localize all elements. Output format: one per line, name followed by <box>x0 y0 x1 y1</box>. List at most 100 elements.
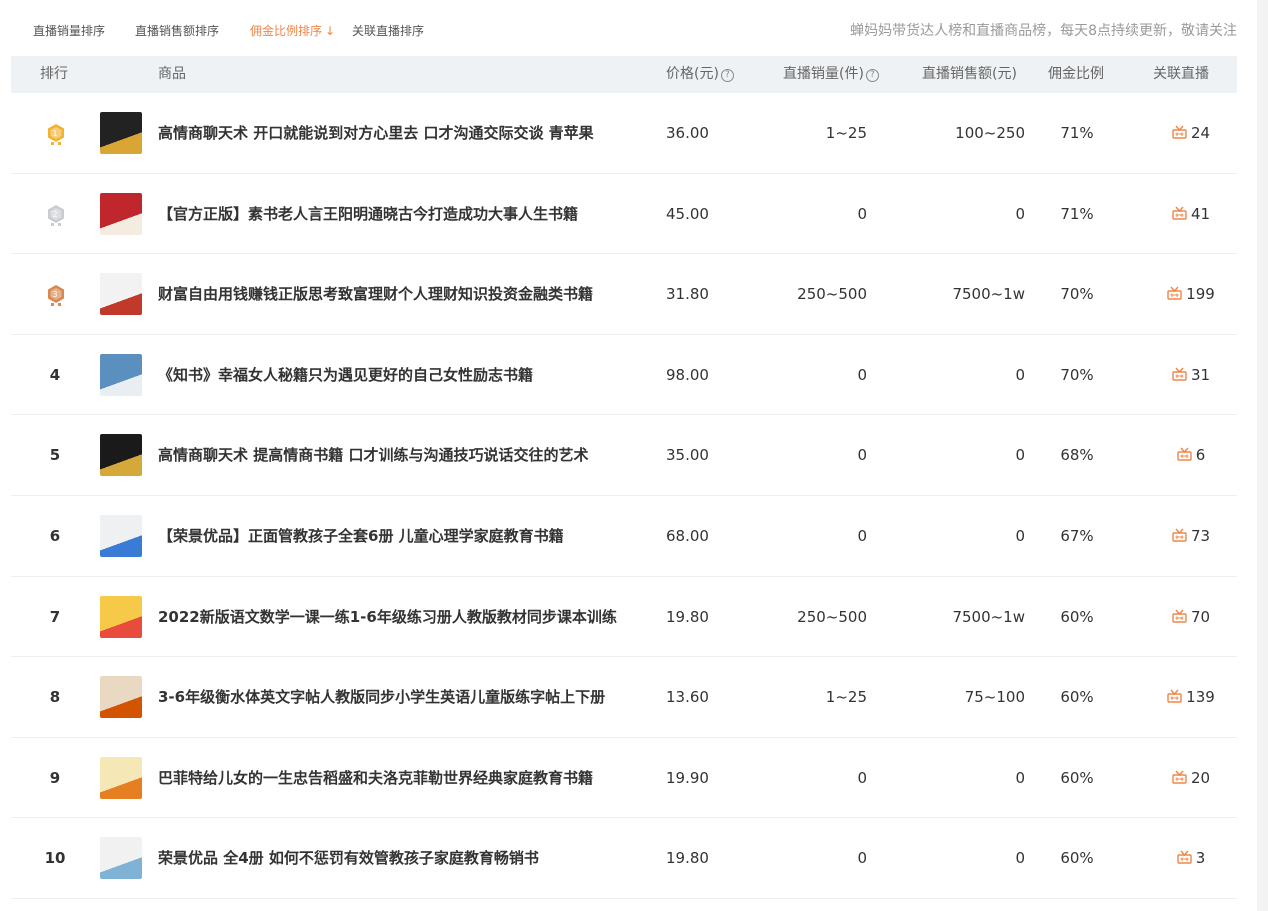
rank-number: 10 <box>44 849 66 868</box>
related-live-link[interactable]: 24 <box>1151 93 1231 173</box>
live-stream-icon <box>1167 689 1182 703</box>
related-live-link[interactable]: 20 <box>1151 738 1231 818</box>
live-stream-icon <box>1172 206 1187 220</box>
col-product: 商品 <box>158 66 186 82</box>
product-thumbnail[interactable] <box>100 353 142 396</box>
price-value: 19.90 <box>666 768 709 787</box>
live-stream-icon <box>1177 850 1192 865</box>
col-price[interactable]: 价格(元)? <box>666 56 734 93</box>
table-row[interactable]: 6 【荣景优品】正面管教孩子全套6册 儿童心理学家庭教育书籍 68.00 0 0… <box>11 496 1237 577</box>
price-value: 19.80 <box>666 849 709 868</box>
commission-value: 60% <box>1060 607 1094 626</box>
related-live-link[interactable]: 31 <box>1151 335 1231 415</box>
price-value: 13.60 <box>666 688 709 707</box>
live-sales-value: 0 <box>857 526 867 545</box>
col-rank: 排行 <box>40 66 68 82</box>
live-revenue-value: 0 <box>1015 849 1025 868</box>
commission-value: 70% <box>1060 285 1094 304</box>
live-stream-icon <box>1172 528 1187 542</box>
related-live-count: 20 <box>1190 768 1211 787</box>
product-title-link[interactable]: 2022新版语文数学一课一练1-6年级练习册人教版教材同步课本训练 <box>158 577 617 657</box>
table-row[interactable]: 7 2022新版语文数学一课一练1-6年级练习册人教版教材同步课本训练 19.8… <box>11 577 1237 658</box>
related-live-link[interactable]: 6 <box>1151 415 1231 495</box>
related-live-count: 70 <box>1190 607 1211 626</box>
sort-toolbar: 直播销量排序 直播销售额排序 佣金比例排序 ↓ 关联直播排序 蝉妈妈带货达人榜和直… <box>11 4 1237 56</box>
product-thumbnail[interactable] <box>100 756 142 799</box>
related-live-count: 41 <box>1190 204 1211 223</box>
live-revenue-value: 100~250 <box>955 124 1025 142</box>
related-live-link[interactable]: 139 <box>1151 657 1231 737</box>
sort-tab-live-revenue[interactable]: 直播销售额排序 <box>135 22 219 39</box>
product-title-link[interactable]: 巴菲特给儿女的一生忠告稻盛和夫洛克菲勒世界经典家庭教育书籍 <box>158 738 593 818</box>
commission-value: 68% <box>1060 446 1094 465</box>
live-sales-value: 0 <box>857 768 867 787</box>
sort-tab-commission[interactable]: 佣金比例排序 ↓ <box>250 22 335 39</box>
rank-number: 8 <box>49 688 61 707</box>
product-title-link[interactable]: 高情商聊天术 开口就能说到对方心里去 口才沟通交际交谈 青苹果 <box>158 93 594 173</box>
live-revenue-value: 0 <box>1015 446 1025 465</box>
related-live-count: 73 <box>1190 526 1211 545</box>
table-row[interactable]: 8 3-6年级衡水体英文字帖人教版同步小学生英语儿童版练字帖上下册 13.60 … <box>11 657 1237 738</box>
help-icon[interactable]: ? <box>720 69 734 82</box>
live-stream-icon <box>1172 609 1187 623</box>
price-value: 19.80 <box>666 607 709 626</box>
table-row[interactable]: 3 财富自由用钱赚钱正版思考致富理财个人理财知识投资金融类书籍 31.80 25… <box>11 254 1237 335</box>
sort-tab-live-sales[interactable]: 直播销量排序 <box>33 22 105 39</box>
col-live-sales[interactable]: 直播销量(件)? <box>783 56 879 93</box>
product-thumbnail[interactable] <box>100 273 142 316</box>
commission-value: 67% <box>1060 526 1094 545</box>
related-live-count: 31 <box>1190 365 1211 384</box>
related-live-link[interactable]: 70 <box>1151 577 1231 657</box>
related-live-link[interactable]: 73 <box>1151 496 1231 576</box>
live-sales-value: 1~25 <box>825 124 867 142</box>
table-row[interactable]: 1 高情商聊天术 开口就能说到对方心里去 口才沟通交际交谈 青苹果 36.00 … <box>11 93 1237 174</box>
product-thumbnail[interactable] <box>100 112 142 154</box>
related-live-count: 6 <box>1195 446 1206 465</box>
product-title-link[interactable]: 财富自由用钱赚钱正版思考致富理财个人理财知识投资金融类书籍 <box>158 254 593 334</box>
related-live-count: 139 <box>1186 688 1215 707</box>
help-icon[interactable]: ? <box>865 69 879 82</box>
table-row[interactable]: 10 荣景优品 全4册 如何不惩罚有效管教孩子家庭教育畅销书 19.80 0 0… <box>11 818 1237 899</box>
table-row[interactable]: 2 【官方正版】素书老人言王阳明通晓古今打造成功大事人生书籍 45.00 0 0… <box>11 174 1237 255</box>
live-sales-value: 1~25 <box>825 688 867 707</box>
live-sales-value: 0 <box>857 446 867 465</box>
related-live-link[interactable]: 3 <box>1151 818 1231 898</box>
product-title-link[interactable]: 3-6年级衡水体英文字帖人教版同步小学生英语儿童版练字帖上下册 <box>158 657 605 737</box>
related-live-count: 24 <box>1190 124 1211 142</box>
table-row[interactable]: 9 巴菲特给儿女的一生忠告稻盛和夫洛克菲勒世界经典家庭教育书籍 19.90 0 … <box>11 738 1237 819</box>
page-scrollbar[interactable] <box>1257 0 1268 911</box>
table-row[interactable]: 4 《知书》幸福女人秘籍只为遇见更好的自己女性励志书籍 98.00 0 0 70… <box>11 335 1237 416</box>
related-live-link[interactable]: 199 <box>1151 254 1231 334</box>
live-sales-value: 0 <box>857 204 867 223</box>
product-title-link[interactable]: 荣景优品 全4册 如何不惩罚有效管教孩子家庭教育畅销书 <box>158 818 539 898</box>
commission-value: 71% <box>1060 124 1094 142</box>
product-title-link[interactable]: 【荣景优品】正面管教孩子全套6册 儿童心理学家庭教育书籍 <box>158 496 564 576</box>
live-revenue-value: 0 <box>1015 365 1025 384</box>
rank-number: 6 <box>49 526 61 545</box>
table-row[interactable]: 5 高情商聊天术 提高情商书籍 口才训练与沟通技巧说话交往的艺术 35.00 0… <box>11 415 1237 496</box>
col-price-label: 价格(元) <box>666 66 719 82</box>
col-related-live: 关联直播 <box>1153 66 1209 82</box>
col-live-revenue: 直播销售额(元) <box>922 66 1017 82</box>
commission-value: 60% <box>1060 849 1094 868</box>
related-live-count: 199 <box>1186 285 1215 304</box>
price-value: 36.00 <box>666 124 709 142</box>
live-stream-icon <box>1172 367 1187 381</box>
related-live-link[interactable]: 41 <box>1151 174 1231 254</box>
product-title-link[interactable]: 【官方正版】素书老人言王阳明通晓古今打造成功大事人生书籍 <box>158 174 578 254</box>
product-title-link[interactable]: 高情商聊天术 提高情商书籍 口才训练与沟通技巧说话交往的艺术 <box>158 415 588 495</box>
product-thumbnail[interactable] <box>100 192 142 235</box>
sort-tab-related-live[interactable]: 关联直播排序 <box>352 22 424 39</box>
product-thumbnail[interactable] <box>100 514 142 557</box>
product-thumbnail[interactable] <box>100 676 142 719</box>
live-stream-icon <box>1172 770 1187 784</box>
product-thumbnail[interactable] <box>100 595 142 638</box>
commission-value: 60% <box>1060 768 1094 787</box>
price-value: 68.00 <box>666 526 709 545</box>
product-title-link[interactable]: 《知书》幸福女人秘籍只为遇见更好的自己女性励志书籍 <box>158 335 533 415</box>
product-table-body: 1 高情商聊天术 开口就能说到对方心里去 口才沟通交际交谈 青苹果 36.00 … <box>11 93 1237 899</box>
product-thumbnail[interactable] <box>100 837 142 880</box>
product-thumbnail[interactable] <box>100 434 142 477</box>
col-live-sales-label: 直播销量(件) <box>783 66 864 82</box>
rank-number: 1 <box>52 129 58 138</box>
